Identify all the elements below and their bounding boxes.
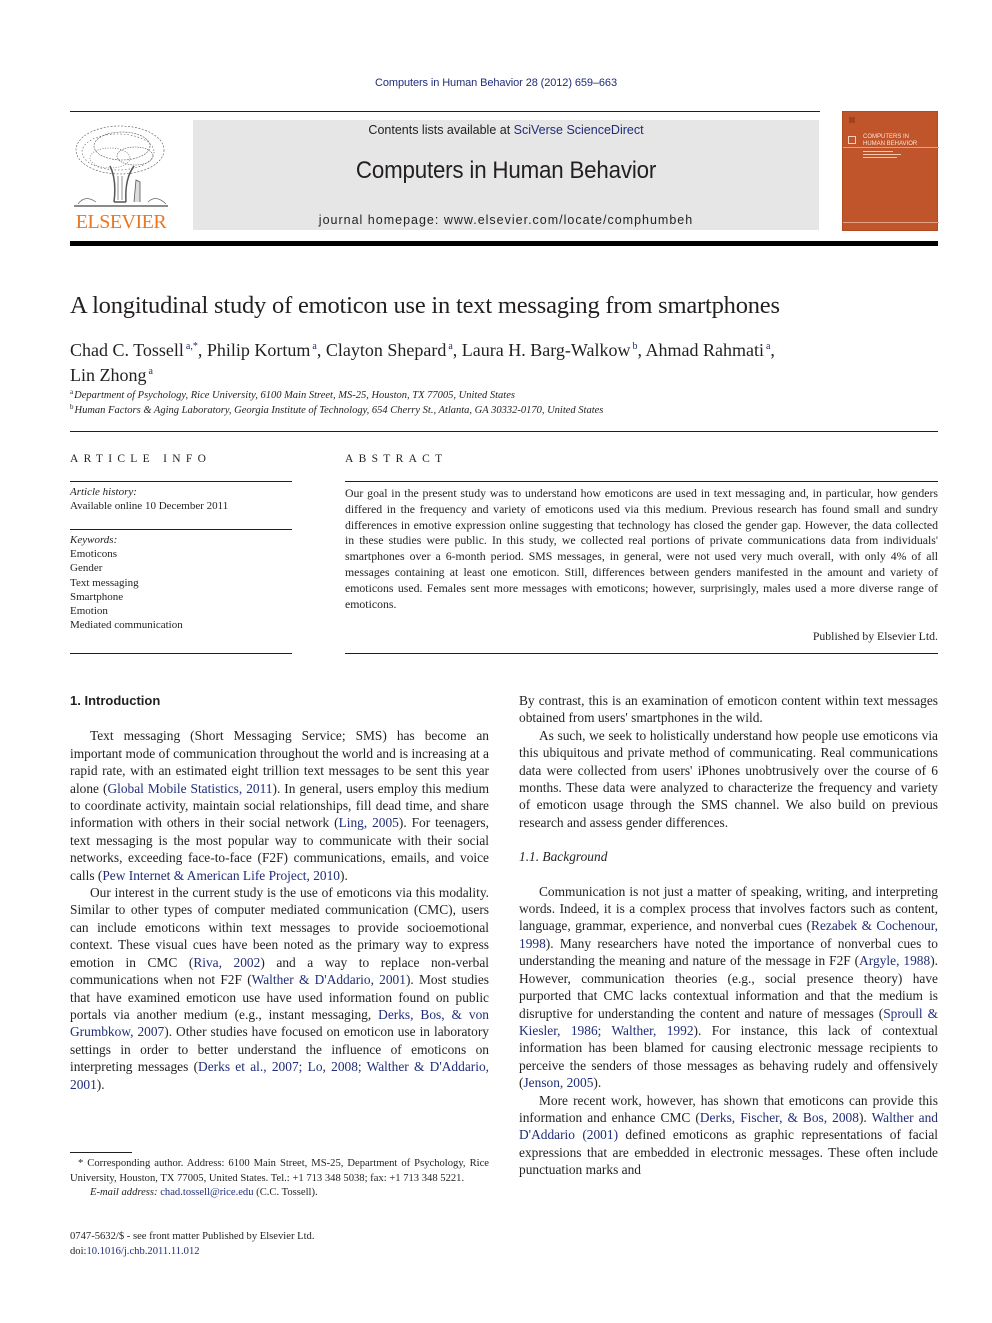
citation-link[interactable]: Riva, 2002 [193,955,260,970]
author-name[interactable]: Ahmad Rahmati [645,340,763,360]
cover-divider [843,222,939,223]
cover-divider [843,147,939,148]
author-name[interactable]: Chad C. Tossell [70,340,184,360]
citation-link[interactable]: Global Mobile Statistics, 2011 [107,781,272,796]
keyword-item: Mediated communication [70,619,183,632]
article-info-rule [70,653,292,654]
citation-link[interactable]: Pew Internet & American Life Project, 20… [102,868,340,883]
citation-link[interactable]: Walther & D'Addario, 2001 [252,972,406,987]
author-separator: , [770,340,775,360]
front-matter: 0747-5632/$ - see front matter Published… [70,1231,315,1257]
article-history: Article history: Available online 10 Dec… [70,485,292,513]
cover-text-line [863,154,901,155]
cover-text-line [863,151,893,152]
paragraph: Our interest in the current study is the… [70,885,489,1092]
abstract-rule [345,481,938,482]
header-rule [70,111,820,112]
cover-text-line [863,157,897,158]
publisher-logo-text: ELSEVIER [75,211,167,233]
history-value: Available online 10 December 2011 [70,500,229,513]
cover-emblem-icon [849,117,855,123]
affiliation-b: bHuman Factors & Aging Laboratory, Georg… [70,403,604,416]
citation-link[interactable]: Argyle, 1988 [859,953,930,968]
history-label: Article history: [70,486,137,498]
author-name[interactable]: Philip Kortum [207,340,311,360]
journal-title: Computers in Human Behavior [355,157,657,184]
paragraph: Communication is not just a matter of sp… [519,883,938,1091]
contents-prefix: Contents lists available at [368,123,514,137]
section-divider [70,431,938,432]
body-left-column: 1. Introduction Text messaging (Short Me… [70,692,489,1093]
subsection-heading-background: 1.1. Background [519,849,608,865]
abstract-heading: ABSTRACT [345,453,448,465]
keyword-item: Smartphone [70,590,124,603]
journal-masthead: Contents lists available at SciVerse Sci… [193,120,819,230]
body-right-column: By contrast, this is an examination of e… [519,692,938,1179]
keywords-block: Keywords: Emoticons Gender Text messagin… [70,533,292,632]
author-affiliation-mark[interactable]: a,* [186,341,198,352]
affiliation-a: aDepartment of Psychology, Rice Universi… [70,388,515,401]
author-separator: , [316,340,326,360]
paragraph: As such, we seek to holistically underst… [519,727,938,830]
footnote-rule [70,1152,132,1153]
cover-logo-icon [848,136,856,144]
article-title: A longitudinal study of emoticon use in … [70,292,780,319]
email-link[interactable]: chad.tossell@rice.edu [160,1187,253,1198]
cover-title: COMPUTERS IN HUMAN BEHAVIOR [863,134,918,147]
article-info-heading: ARTICLE INFO [70,453,212,465]
keyword-item: Emotion [70,605,108,618]
article-info-rule [70,481,292,482]
corresponding-author-footnote: * Corresponding author. Address: 6100 Ma… [70,1158,489,1198]
abstract-publisher-note: Published by Elsevier Ltd. [812,629,938,643]
keyword-item: Emoticons [70,548,118,561]
paragraph: Text messaging (Short Messaging Service;… [70,728,489,883]
masthead-thick-rule [70,241,938,246]
author-separator: , [197,340,207,360]
paragraph: By contrast, this is an examination of e… [519,693,938,726]
contents-availability: Contents lists available at SciVerse Sci… [193,123,819,137]
journal-cover-thumbnail[interactable]: COMPUTERS IN HUMAN BEHAVIOR [842,111,939,231]
keywords-label: Keywords: [70,534,118,546]
citation-link[interactable]: Derks, Fischer, & Bos, 2008 [700,1110,859,1125]
author-name[interactable]: Lin Zhong [70,365,147,385]
paragraph: More recent work, however, has shown tha… [519,1092,939,1178]
article-info-rule [70,529,292,530]
section-heading-introduction: 1. Introduction [70,693,161,708]
keyword-item: Text messaging [70,576,139,589]
abstract-rule [345,653,938,654]
author-name[interactable]: Clayton Shepard [326,340,446,360]
homepage-label: journal homepage: [318,213,444,227]
citation-link[interactable]: Jenson, 2005 [523,1075,593,1090]
author-separator: , [452,340,462,360]
homepage-url-link[interactable]: www.elsevier.com/locate/comphumbeh [444,213,693,227]
journal-homepage: journal homepage: www.elsevier.com/locat… [193,213,819,227]
abstract-text: Our goal in the present study was to und… [345,486,938,611]
author-name[interactable]: Laura H. Barg-Walkow [462,340,631,360]
issn-line: 0747-5632/$ - see front matter Published… [70,1231,315,1242]
author-list: Chad C. Tossell a,*, Philip Kortum a, Clay… [70,336,940,386]
doi-link[interactable]: 10.1016/j.chb.2011.11.012 [86,1246,199,1257]
citation-link[interactable]: Ling, 2005 [339,815,399,830]
author-affiliation-mark[interactable]: a [149,366,153,377]
sciencedirect-link[interactable]: SciVerse ScienceDirect [514,123,644,137]
running-head[interactable]: Computers in Human Behavior 28 (2012) 65… [0,77,992,89]
keyword-item: Gender [70,562,103,575]
